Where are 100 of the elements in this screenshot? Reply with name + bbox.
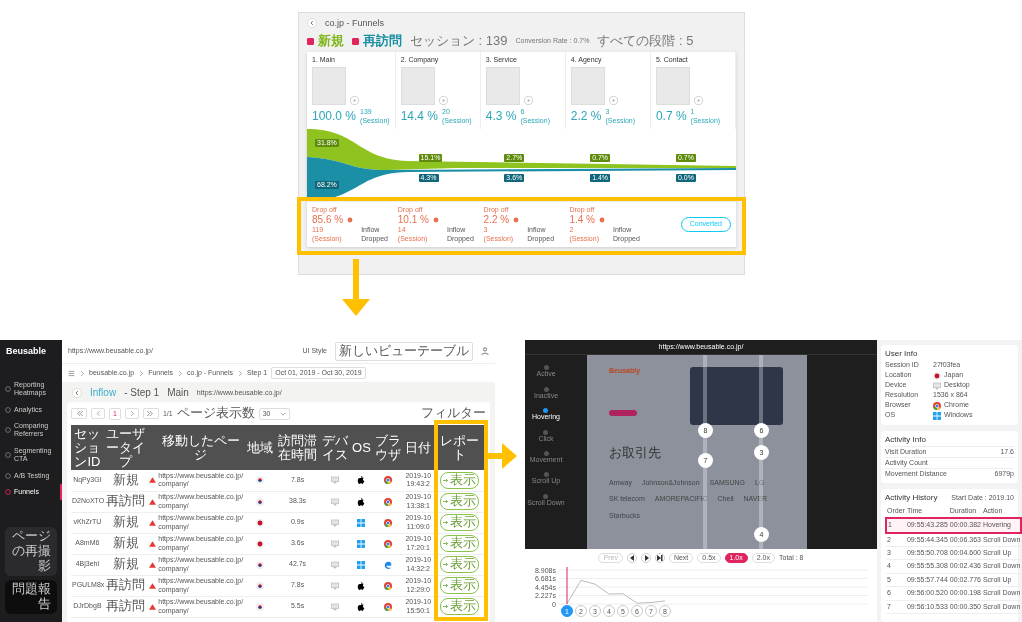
column-header: ブラウザ xyxy=(372,425,403,471)
chrome-icon xyxy=(383,539,392,548)
column-header: OS xyxy=(350,425,373,471)
column-header: 地域 xyxy=(244,425,276,471)
step-percent: 0.7 % xyxy=(655,109,687,124)
korea-flag-icon xyxy=(255,560,264,569)
japan-flag-icon xyxy=(933,371,941,380)
skip-icon[interactable] xyxy=(654,552,665,563)
nav-icon xyxy=(5,472,11,479)
column-header: ユーザータイプ xyxy=(103,425,148,471)
nav-icon xyxy=(5,406,11,413)
chrome-icon xyxy=(383,476,392,485)
nav-icon xyxy=(5,489,11,496)
monitor-icon xyxy=(331,518,340,527)
nav-icon xyxy=(5,427,11,434)
funnel-title: co.jp - Funnels xyxy=(325,18,385,29)
windows-icon xyxy=(933,411,941,420)
back-icon[interactable] xyxy=(307,18,317,29)
playhead-line xyxy=(566,566,568,605)
legend-checkbox[interactable] xyxy=(352,37,359,45)
legend-checkbox[interactable] xyxy=(307,37,314,45)
legend-label: 再訪問 xyxy=(363,33,402,49)
last-page-button[interactable] xyxy=(146,410,155,418)
chrome-icon xyxy=(383,518,392,527)
menu-icon[interactable] xyxy=(68,369,75,377)
nav-icon xyxy=(5,452,11,459)
alert-icon xyxy=(432,217,439,224)
apple-icon xyxy=(357,497,366,506)
monitor-icon xyxy=(933,381,941,390)
arrow-icon xyxy=(443,562,450,568)
korea-flag-icon xyxy=(255,476,264,485)
summary-stat: すべての段階 : 5 xyxy=(597,33,694,49)
next-page-button[interactable] xyxy=(128,410,135,418)
step-percent: 100.0 % xyxy=(312,109,357,124)
dropoff-percent: 2.2 % xyxy=(483,214,510,227)
step-label: - Step 1 xyxy=(124,387,160,400)
warning-icon xyxy=(148,561,156,568)
dropoff-percent: 10.1 % xyxy=(397,214,429,227)
warning-icon xyxy=(148,519,156,526)
chrome-icon xyxy=(383,497,392,506)
user-icon[interactable] xyxy=(481,347,489,356)
warning-icon xyxy=(148,540,156,547)
dropoff-percent: 1.4 % xyxy=(569,214,595,227)
page-name: Main xyxy=(167,387,189,400)
arrow-icon xyxy=(443,520,450,526)
monitor-icon xyxy=(331,497,340,506)
apple-icon xyxy=(357,602,366,611)
windows-icon xyxy=(357,518,366,527)
page-thumbnail xyxy=(312,67,346,106)
chevron-icon xyxy=(79,369,85,377)
brand-logo: Beusable xyxy=(5,346,48,358)
page-thumbnail xyxy=(400,67,435,106)
edge-icon xyxy=(383,560,392,569)
arrow-icon xyxy=(443,477,450,483)
column-header: 日付 xyxy=(402,425,434,471)
warning-icon xyxy=(148,477,156,484)
arrow-icon xyxy=(443,499,450,505)
chrome-icon xyxy=(383,581,392,590)
windows-icon xyxy=(357,560,366,569)
arrow-icon xyxy=(443,604,450,610)
alert-icon xyxy=(513,217,520,224)
arrow-icon xyxy=(443,583,450,589)
alert-icon xyxy=(347,217,354,224)
prev-page-button[interactable] xyxy=(95,410,101,418)
card-title: User Info xyxy=(885,349,918,359)
monitor-icon xyxy=(331,581,340,590)
monitor-icon xyxy=(331,602,340,611)
ui-style-select[interactable]: 新しいビューテーブル xyxy=(335,342,473,361)
legend-label: 新規 xyxy=(318,33,344,49)
rewind-icon[interactable] xyxy=(626,552,637,563)
step-percent: 14.4 % xyxy=(400,109,438,124)
warning-icon xyxy=(148,603,156,610)
chrome-icon xyxy=(383,602,392,611)
card-title: Activity History xyxy=(885,493,938,503)
chevron-icon xyxy=(138,369,145,377)
caret-icon xyxy=(280,411,287,416)
column-header: セッションID xyxy=(71,425,104,471)
play-icon[interactable] xyxy=(640,552,651,563)
sidebar-button[interactable]: ページの再撮影 xyxy=(5,527,57,577)
apple-icon xyxy=(357,581,366,590)
step-percent: 4.3 % xyxy=(485,109,517,124)
korea-flag-icon xyxy=(255,581,264,590)
monitor-icon xyxy=(331,539,340,548)
step-percent: 2.2 % xyxy=(570,109,602,124)
first-page-button[interactable] xyxy=(75,410,83,418)
column-header: デバイス xyxy=(319,425,351,471)
page-thumbnail xyxy=(570,67,605,106)
table-cell: 新規 xyxy=(103,470,148,492)
monitor-icon xyxy=(331,476,340,485)
chevron-icon xyxy=(177,369,184,377)
chevron-icon xyxy=(237,369,243,377)
inflow-title: Inflow xyxy=(90,387,117,400)
nav-icon xyxy=(5,386,11,393)
right-arrow xyxy=(488,443,518,469)
back-icon[interactable] xyxy=(72,388,82,399)
warning-icon xyxy=(148,498,156,505)
down-arrow xyxy=(341,259,371,318)
sidebar-button[interactable]: 問題報告 xyxy=(5,580,57,614)
filter-link[interactable]: フィルター xyxy=(421,406,486,422)
section-title: お取引先 xyxy=(609,445,661,461)
